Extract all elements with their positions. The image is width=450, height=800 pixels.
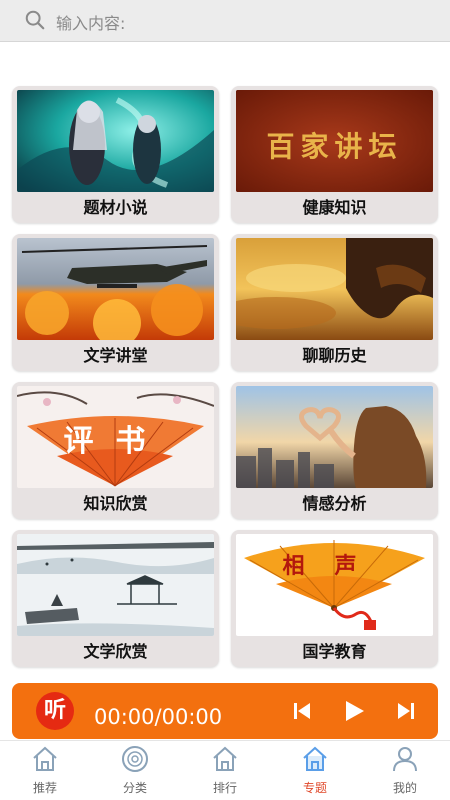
pingshu-fan-image: 评书 — [17, 386, 214, 488]
dragon-roof-sunset-image — [236, 238, 433, 340]
search-icon — [25, 10, 45, 30]
tab-ranking[interactable]: 排行 — [180, 741, 270, 800]
xiangsheng-fan-image: 相声 — [236, 534, 433, 636]
category-card-4[interactable]: 聊聊历史 — [231, 234, 438, 371]
next-icon[interactable] — [392, 697, 420, 725]
search-input[interactable]: 输入内容: — [56, 10, 125, 34]
ink-landscape-pavilion-image — [17, 534, 214, 636]
category-label: 聊聊历史 — [302, 346, 367, 365]
category-label: 情感分析 — [302, 494, 367, 513]
category-label: 知识欣赏 — [83, 494, 148, 513]
tab-category[interactable]: 分类 — [90, 741, 180, 800]
tab-label: 分类 — [122, 781, 147, 795]
tab-label: 推荐 — [32, 781, 57, 795]
category-label: 文学讲堂 — [83, 346, 148, 365]
bottom-tab-bar: 推荐 分类 排行 专题 我的 — [0, 740, 450, 800]
category-card-2[interactable]: 百家讲坛 健康知识 — [231, 86, 438, 223]
fan-text: 评书 — [63, 424, 168, 459]
category-label: 题材小说 — [83, 198, 148, 217]
category-card-8[interactable]: 相声 国学教育 — [231, 530, 438, 667]
playback-time: 00:00/00:00 — [94, 705, 223, 729]
disc-icon — [122, 746, 148, 772]
category-card-1[interactable]: 题材小说 — [12, 86, 219, 223]
helicopter-explosion-image — [17, 238, 214, 340]
home-icon — [213, 746, 237, 771]
home-icon — [303, 746, 327, 771]
category-label: 国学教育 — [302, 642, 367, 661]
category-card-5[interactable]: 评书 知识欣赏 — [12, 382, 219, 519]
previous-icon[interactable] — [288, 697, 316, 725]
search-bar[interactable]: 输入内容: — [0, 0, 450, 42]
category-label: 健康知识 — [302, 198, 367, 217]
category-card-6[interactable]: 情感分析 — [231, 382, 438, 519]
listen-button[interactable]: 听 — [36, 692, 74, 730]
play-icon[interactable] — [340, 697, 368, 725]
category-card-7[interactable]: 文学欣赏 — [12, 530, 219, 667]
fan-text: 相声 — [282, 554, 387, 579]
tab-topics[interactable]: 专题 — [270, 741, 360, 800]
mini-player[interactable]: 听 00:00/00:00 — [12, 683, 438, 739]
user-icon — [393, 747, 417, 772]
category-card-3[interactable]: 文学讲堂 — [12, 234, 219, 371]
home-icon — [33, 746, 57, 771]
tab-mine[interactable]: 我的 — [360, 741, 450, 800]
anime-warrior-image — [17, 90, 214, 192]
tab-recommend[interactable]: 推荐 — [0, 741, 90, 800]
category-label: 文学欣赏 — [83, 642, 148, 661]
banner-text: 百家讲坛 — [266, 130, 403, 163]
heart-hands-image — [236, 386, 433, 488]
tab-label: 排行 — [212, 781, 237, 795]
tab-label: 专题 — [302, 781, 327, 795]
tab-label: 我的 — [392, 781, 417, 795]
baijia-jiangtan-banner: 百家讲坛 — [236, 90, 433, 192]
